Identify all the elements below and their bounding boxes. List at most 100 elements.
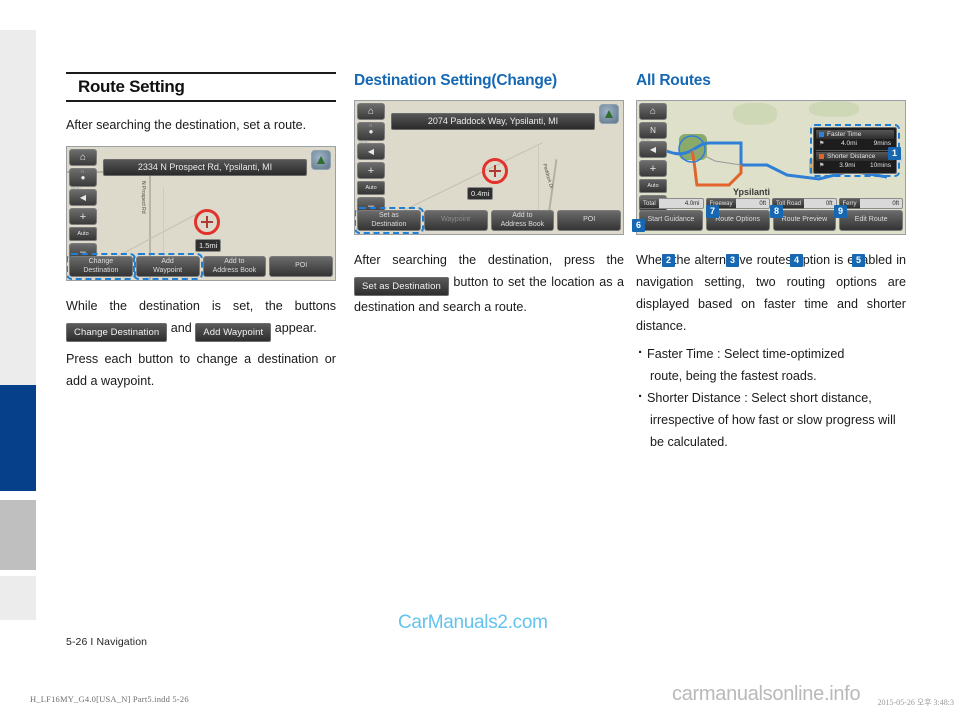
volume-icon[interactable]: NAVI ◀ [69, 185, 97, 206]
info-toll-road-value: 0ft [804, 198, 837, 209]
panel-divider [816, 150, 894, 151]
bullet-faster-time-line2: route, being the fastest roads. [650, 369, 817, 383]
auto-scale-icon[interactable]: Auto [639, 179, 667, 193]
paragraph-route-setting-intro: After searching the destination, set a r… [66, 118, 307, 132]
inline-pill-change-destination[interactable]: Change Destination [66, 323, 168, 342]
route-option-shorter-distance-values: ⚑ 3.9mi 10mins [816, 161, 894, 171]
faster-time-swatch-icon [819, 132, 824, 137]
bullet-shorter-distance-line2: irrespective of how fast or slow progres… [650, 413, 896, 427]
info-freeway-value: 0ft [735, 198, 770, 209]
home-icon[interactable]: ⌂ [357, 103, 385, 120]
bullet-shorter-distance-line3: be calculated. [650, 435, 728, 449]
route-option-faster-time-header[interactable]: Faster Time [816, 130, 894, 139]
page-folio: 5-26 I Navigation [66, 636, 148, 648]
column-all-routes: All Routes Ypsilanti ⌂ N NAVI ◀ + Auto F… [632, 72, 906, 453]
screenshot-destination-setting: Paddock Dr ⌂ N ● NAVI ◀ + Auto – 2074 Pa… [354, 100, 624, 235]
map-crosshair-icon [482, 158, 508, 184]
volume-icon[interactable]: NAVI ◀ [357, 139, 385, 160]
flag-icon: ⚑ [819, 163, 825, 169]
callout-2: 2 [662, 254, 675, 267]
change-destination-button[interactable]: Change Destination [67, 253, 136, 280]
column-destination-setting: Destination Setting(Change) Paddock Dr ⌂… [354, 72, 624, 324]
paragraph-segment-a: After searching the destination, press t… [354, 253, 624, 267]
volume-icon[interactable]: NAVI ◀ [639, 137, 667, 158]
screenshot-route-setting: Vreeland Rd N Prospect Rd ⌂ N ● NAVI ◀ +… [66, 146, 336, 281]
waypoint-button[interactable]: Waypoint [423, 210, 488, 231]
map-distance-label: 0.4mi [467, 187, 494, 200]
info-total: Total 4.0mi [639, 198, 704, 209]
callout-6: 6 [632, 219, 645, 232]
shorter-distance-swatch-icon [819, 154, 824, 159]
bullet-faster-time-line1: Faster Time : Select time-optimized [647, 347, 845, 361]
heading-destination-setting: Destination Setting(Change) [354, 72, 557, 89]
route-option-shorter-distance-header[interactable]: Shorter Distance [816, 152, 894, 161]
callout-1: 1 [888, 147, 901, 160]
map-city-label: Ypsilanti [733, 187, 771, 197]
callout-3: 3 [726, 254, 739, 267]
heading-route-setting-text: Route Setting [78, 77, 185, 96]
zoom-in-icon[interactable]: + [357, 162, 385, 179]
flag-icon: ⚑ [819, 141, 825, 147]
route-shorter-distance-line [690, 150, 743, 187]
inline-pill-set-as-destination[interactable]: Set as Destination [354, 277, 449, 296]
nav-bottom-toolbar: Set as Destination Waypoint Add to Addre… [355, 207, 621, 234]
edit-route-button[interactable]: Edit Route [839, 210, 903, 231]
map-crosshair-icon [194, 209, 220, 235]
watermark-carmanuals2: CarManuals2.com [398, 612, 548, 633]
add-waypoint-button[interactable]: Add Waypoint [132, 253, 203, 280]
callout-5: 5 [852, 254, 865, 267]
rail-segment-gray [0, 500, 36, 570]
shorter-distance-label: Shorter Distance [827, 153, 876, 160]
add-to-address-book-button[interactable]: Add to Address Book [490, 210, 555, 231]
shorter-distance-duration: 10mins [870, 162, 891, 169]
print-timestamp: 2015-05-26 오후 3:48:3 [877, 698, 955, 707]
add-to-address-book-button[interactable]: Add to Address Book [202, 256, 267, 277]
paragraph-all-routes: When the alternative routes option is en… [636, 253, 906, 333]
faster-time-distance: 4.0mi [841, 140, 857, 147]
route-options-panel[interactable]: Faster Time ⚑ 4.0mi 9mins Shorter Distan… [810, 124, 900, 177]
shorter-distance-distance: 3.9mi [839, 162, 856, 169]
bullet-shorter-distance: Shorter Distance : Select short distance… [636, 386, 906, 453]
zoom-in-icon[interactable]: + [639, 160, 667, 177]
print-file-mark: H_LF16MY_G4.0[USA_N] Part5.indd 5-26 [30, 694, 189, 704]
paragraph-segment-a: While the destination is set, the button… [66, 299, 336, 313]
callout-4: 4 [790, 254, 803, 267]
column-route-setting: Route Setting After searching the destin… [66, 72, 336, 398]
poi-button[interactable]: POI [557, 210, 621, 231]
info-ferry-value: 0ft [859, 198, 903, 209]
paragraph-route-setting-tail: Press each button to change a destinatio… [66, 352, 336, 388]
info-total-key: Total [639, 198, 659, 209]
poi-button[interactable]: POI [269, 256, 333, 277]
zoom-in-icon[interactable]: + [69, 208, 97, 225]
auto-scale-icon[interactable]: Auto [69, 227, 97, 241]
route-option-faster-time-values: ⚑ 4.0mi 9mins [816, 139, 894, 149]
destination-address-bar: 2334 N Prospect Rd, Ypsilanti, MI [103, 159, 307, 176]
north-compass-chip-icon[interactable] [311, 150, 331, 170]
faster-time-duration: 9mins [873, 140, 891, 147]
home-icon[interactable]: ⌂ [69, 149, 97, 166]
auto-scale-icon[interactable]: Auto [357, 181, 385, 195]
nav-bottom-toolbar: Change Destination Add Waypoint Add to A… [67, 253, 333, 280]
paragraph-destination-setting: After searching the destination, press t… [354, 249, 624, 318]
home-icon[interactable]: ⌂ [639, 103, 667, 120]
set-as-destination-button[interactable]: Set as Destination [355, 207, 424, 234]
map-distance-label: 1.5mi [195, 239, 222, 252]
rail-segment-light-top [0, 30, 36, 385]
nav-side-button-column: ⌂ N ● NAVI ◀ + Auto – [357, 103, 385, 216]
callout-7: 7 [706, 205, 719, 218]
callout-9: 9 [834, 205, 847, 218]
manual-page: Route Setting After searching the destin… [0, 0, 960, 724]
heading-route-setting: Route Setting [66, 72, 336, 102]
rail-segment-blue [0, 385, 36, 491]
map-road-label-2: N Prospect Rd [140, 181, 146, 214]
north-compass-chip-icon[interactable] [599, 104, 619, 124]
paragraph-segment-b: and [170, 321, 192, 335]
bullet-shorter-distance-line1: Shorter Distance : Select short distance… [647, 391, 872, 405]
all-routes-bullet-list: Faster Time : Select time-optimized rout… [636, 342, 906, 453]
info-total-value: 4.0mi [658, 198, 704, 209]
heading-all-routes: All Routes [636, 72, 711, 89]
inline-pill-add-waypoint[interactable]: Add Waypoint [195, 323, 272, 342]
info-ferry: Ferry 0ft [838, 198, 903, 209]
paragraph-route-setting-body: While the destination is set, the button… [66, 295, 336, 342]
start-guidance-button[interactable]: Start Guidance [639, 210, 703, 231]
